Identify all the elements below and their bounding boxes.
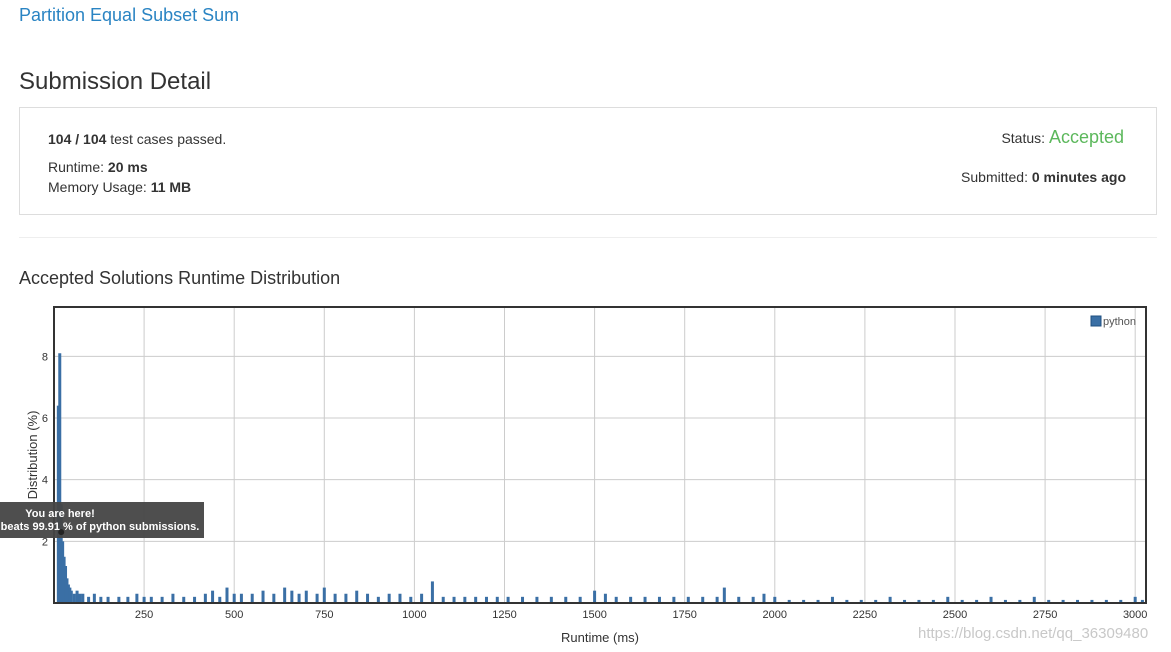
histogram-bar [304,590,308,603]
legend[interactable]: python [1090,315,1136,328]
histogram-bar [387,593,391,603]
histogram-bar [250,593,254,603]
you-are-here-marker [58,529,65,536]
status-label: Status: [1001,130,1046,146]
passed-count: 104 [48,131,72,147]
test-cases-summary: 104 / 104 test cases passed. [48,131,226,147]
x-tick-label: 1500 [582,609,606,621]
histogram-bar [355,590,359,603]
x-tick-label: 1000 [402,609,426,621]
submitted-row: Submitted: 0 minutes ago [961,169,1126,185]
histogram-bar [283,587,287,603]
y-tick-label: 6 [42,413,48,425]
histogram-bar [722,587,726,603]
histogram-bar [171,593,175,603]
y-tick-label: 8 [42,351,48,363]
histogram-bar [420,593,424,603]
x-tick-label: 3000 [1123,609,1147,621]
runtime-row: Runtime: 20 ms [48,159,148,175]
y-tick-label: 2 [42,536,48,548]
legend-label: python [1103,316,1136,328]
x-tick-label: 2000 [763,609,787,621]
y-tick-label: 4 [42,475,48,487]
submitted-label: Submitted: [961,169,1028,185]
histogram-bar [232,593,236,603]
status-badge[interactable]: Accepted [1049,127,1124,147]
histogram-bar [225,587,229,603]
histogram-bar [603,593,607,603]
histogram-bar [75,590,79,603]
x-tick-label: 500 [225,609,243,621]
cases-separator: / [75,131,80,147]
histogram-bar [272,593,276,603]
histogram-bar [72,593,76,603]
cases-text: test cases passed. [110,131,227,147]
x-tick-label: 1750 [672,609,696,621]
histogram-bar [322,587,326,603]
memory-value: 11 MB [150,179,192,195]
plot-frame [53,306,1147,604]
x-tick-label: 1250 [492,609,516,621]
histogram-bar [593,590,597,603]
tooltip-line-2: beats 99.91 % of python submissions. [1,521,200,533]
x-tick-label: 250 [135,609,153,621]
problem-title-link[interactable]: Partition Equal Subset Sum [19,5,239,26]
you-are-here-tooltip: You are here! beats 99.91 % of python su… [0,502,204,538]
watermark: https://blog.csdn.net/qq_36309480 [918,625,1149,642]
histogram-bar [366,593,370,603]
histogram-bar [261,590,265,603]
runtime-distribution-chart: 250 500 750 1000 1250 1500 1750 2000 2250 2500 275… [0,306,1147,645]
histogram-bar [203,593,207,603]
histogram-bar [297,593,301,603]
y-axis-label: Distribution (%) [25,411,40,500]
histogram-bar [78,593,82,603]
page-title: Submission Detail [19,68,212,95]
histogram-bar [92,593,96,603]
histogram-bar [430,581,434,603]
memory-label: Memory Usage: [48,179,147,195]
histogram-bar [135,593,139,603]
histogram-bar [333,593,337,603]
x-axis-label: Runtime (ms) [561,630,639,645]
histogram-bar [315,593,319,603]
legend-swatch [1090,315,1102,327]
histogram-bar [398,593,402,603]
histogram-bar [81,593,85,603]
runtime-value: 20 ms [107,159,148,175]
histogram-bar [239,593,243,603]
status-row: Status: Accepted [1001,127,1124,148]
tooltip-line-1: You are here! [25,508,95,520]
distribution-title: Accepted Solutions Runtime Distribution [19,268,341,288]
histogram-bar [762,593,766,603]
x-tick-label: 2500 [943,609,967,621]
x-tick-label: 750 [315,609,333,621]
histogram-bar [344,593,348,603]
histogram-bar [69,590,73,603]
histogram-bar [211,590,215,603]
submission-detail-panel: 104 / 104 test cases passed. Runtime: 20… [19,107,1157,215]
total-count: 104 [83,131,107,147]
submitted-value: 0 minutes ago [1031,169,1126,185]
runtime-label: Runtime: [48,159,105,175]
memory-row: Memory Usage: 11 MB [48,179,191,195]
bars [56,353,1144,603]
x-tick-label: 2250 [853,609,877,621]
x-tick-label: 2750 [1033,609,1057,621]
grid-lines [54,307,1146,603]
section-divider [19,237,1157,238]
histogram-bar [290,590,294,603]
